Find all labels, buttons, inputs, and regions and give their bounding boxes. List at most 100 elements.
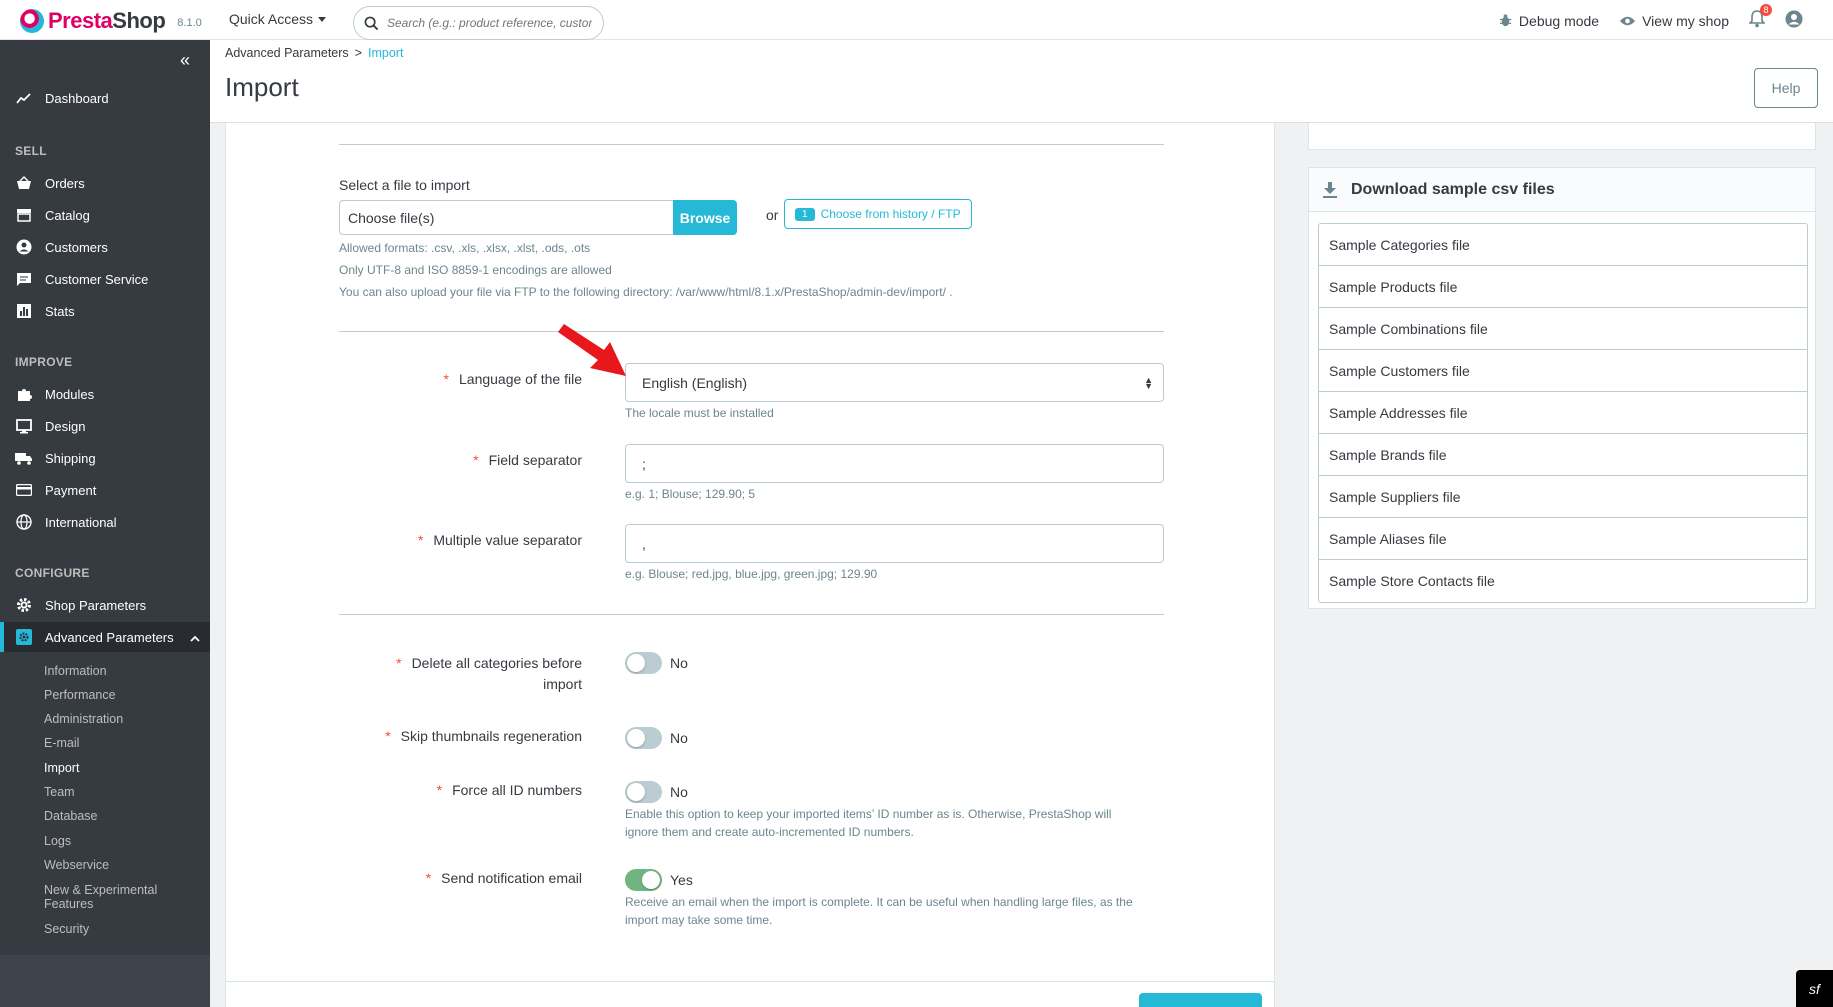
sidebar-item-label: Customer Service: [45, 271, 149, 287]
sidebar-item-customer-service[interactable]: Customer Service: [0, 264, 210, 294]
sidebar-subitem-label: New & Experimental: [44, 883, 158, 897]
sample-combinations-link[interactable]: Sample Combinations file: [1319, 308, 1807, 350]
file-input[interactable]: Choose file(s): [339, 200, 673, 235]
logo[interactable]: PrestaShop 8.1.0: [20, 8, 202, 34]
sidebar-item-advanced-parameters[interactable]: Advanced Parameters: [0, 622, 210, 652]
sidebar-subitem-new-experimental[interactable]: New & Experimental Features: [44, 883, 157, 911]
delete-categories-toggle[interactable]: [625, 652, 662, 674]
delete-categories-value: No: [670, 655, 688, 671]
search-icon: [364, 16, 379, 30]
send-email-toggle[interactable]: [625, 869, 662, 891]
download-icon: [1323, 181, 1337, 198]
breadcrumb-current[interactable]: Import: [368, 46, 403, 60]
force-ids-label-text: Force all ID numbers: [452, 782, 582, 798]
force-ids-help: Enable this option to keep your imported…: [625, 805, 1111, 841]
debug-mode-link[interactable]: Debug mode: [1498, 13, 1599, 29]
view-shop-link[interactable]: View my shop: [1619, 13, 1729, 29]
account-circle-icon: [15, 238, 33, 256]
sidebar-item-catalog[interactable]: Catalog: [0, 200, 210, 230]
field-separator-input[interactable]: ;: [625, 444, 1164, 483]
sidebar-subitem-import[interactable]: Import: [44, 761, 79, 775]
sidebar-item-international[interactable]: International: [0, 507, 210, 537]
gear-icon: [15, 596, 33, 614]
force-ids-value: No: [670, 784, 688, 800]
skip-thumbnails-value: No: [670, 730, 688, 746]
sidebar-subitem-performance[interactable]: Performance: [44, 688, 116, 702]
account-button[interactable]: [1785, 10, 1803, 31]
browse-button[interactable]: Browse: [673, 200, 737, 235]
language-help: The locale must be installed: [625, 406, 774, 420]
sidebar-subitem-webservice[interactable]: Webservice: [44, 858, 109, 872]
sample-categories-link[interactable]: Sample Categories file: [1319, 224, 1807, 266]
multiple-separator-label: * Multiple value separator: [418, 532, 582, 548]
sidebar-item-stats[interactable]: Stats: [0, 296, 210, 326]
field-separator-label: * Field separator: [473, 452, 582, 468]
breadcrumb-parent[interactable]: Advanced Parameters: [225, 46, 349, 60]
ftp-help: You can also upload your file via FTP to…: [339, 285, 953, 299]
sample-products-link[interactable]: Sample Products file: [1319, 266, 1807, 308]
sidebar-item-label: Shop Parameters: [45, 597, 147, 613]
sidebar-subitem-logs[interactable]: Logs: [44, 834, 71, 848]
sidebar-section-configure: CONFIGURE: [15, 566, 90, 580]
sidebar-item-label: Advanced Parameters: [45, 629, 174, 645]
divider: [339, 144, 1164, 145]
sidebar-subitem-label: Features: [44, 897, 94, 911]
sidebar-subitem-team[interactable]: Team: [44, 785, 75, 799]
sidebar-subitem-administration[interactable]: Administration: [44, 712, 123, 726]
skip-thumbnails-label-text: Skip thumbnails regeneration: [400, 728, 582, 744]
symfony-toolbar-icon[interactable]: sf: [1796, 970, 1833, 1007]
sidebar-item-modules[interactable]: Modules: [0, 379, 210, 409]
help-button[interactable]: Help: [1754, 68, 1818, 108]
search-box[interactable]: [353, 6, 604, 40]
sample-suppliers-link[interactable]: Sample Suppliers file: [1319, 476, 1807, 518]
force-ids-toggle[interactable]: [625, 781, 662, 803]
sample-aliases-link[interactable]: Sample Aliases file: [1319, 518, 1807, 560]
sample-addresses-link[interactable]: Sample Addresses file: [1319, 392, 1807, 434]
quick-access-dropdown[interactable]: Quick Access: [229, 11, 327, 27]
search-input[interactable]: [387, 16, 592, 30]
file-upload-group: Choose file(s) Browse: [339, 200, 737, 235]
sidebar-item-design[interactable]: Design: [0, 411, 210, 441]
sidebar-item-label: Design: [45, 418, 86, 434]
sidebar-subitem-security[interactable]: Security: [44, 922, 89, 936]
choose-from-history-button[interactable]: 1 Choose from history / FTP: [784, 199, 972, 229]
sidebar-item-label: Shipping: [45, 450, 96, 466]
field-separator-help: e.g. 1; Blouse; 129.90; 5: [625, 487, 756, 501]
divider: [339, 614, 1164, 615]
sidebar-subitem-email[interactable]: E-mail: [44, 736, 79, 750]
sidebar-item-label: International: [45, 514, 117, 530]
sample-store-contacts-link[interactable]: Sample Store Contacts file: [1319, 560, 1807, 602]
sidebar-subitem-information[interactable]: Information: [44, 664, 107, 678]
required-mark: *: [385, 728, 391, 744]
sample-brands-link[interactable]: Sample Brands file: [1319, 434, 1807, 476]
required-mark: *: [425, 870, 432, 886]
field-separator-label-text: Field separator: [488, 452, 582, 468]
skip-thumbnails-toggle[interactable]: [625, 727, 662, 749]
sidebar-subitem-database[interactable]: Database: [44, 809, 98, 823]
sample-customers-link[interactable]: Sample Customers file: [1319, 350, 1807, 392]
language-select[interactable]: English (English) ▲ ▼: [625, 363, 1164, 402]
page-header: Advanced Parameters > Import Import Help: [210, 40, 1833, 123]
sample-files-list: Sample Categories file Sample Products f…: [1318, 223, 1808, 603]
sidebar-item-label: Catalog: [45, 207, 90, 223]
notifications-button[interactable]: 8: [1748, 4, 1772, 31]
sidebar-item-dashboard[interactable]: Dashboard: [0, 83, 210, 113]
sidebar-item-shipping[interactable]: Shipping: [0, 443, 210, 473]
puzzle-icon: [15, 385, 33, 403]
notification-count-badge: 8: [1760, 4, 1772, 16]
sidebar-item-shop-parameters[interactable]: Shop Parameters: [0, 590, 210, 620]
next-step-button[interactable]: [1139, 993, 1262, 1007]
sidebar-collapse-button[interactable]: «: [180, 50, 190, 71]
annotation-arrow-icon: [558, 324, 626, 376]
required-mark: *: [436, 782, 443, 798]
sidebar-item-payment[interactable]: Payment: [0, 475, 210, 505]
credit-card-icon: [15, 481, 33, 499]
bar-chart-icon: [15, 302, 33, 320]
send-email-help-line2: import may take some time.: [625, 913, 773, 927]
force-ids-help-line2: ignore them and create auto-incremented …: [625, 825, 914, 839]
sidebar-item-orders[interactable]: Orders: [0, 168, 210, 198]
select-arrows-icon: ▲ ▼: [1144, 374, 1153, 391]
multiple-separator-input[interactable]: ,: [625, 524, 1164, 563]
sidebar-item-customers[interactable]: Customers: [0, 232, 210, 262]
encodings-help: Only UTF-8 and ISO 8859-1 encodings are …: [339, 263, 612, 277]
